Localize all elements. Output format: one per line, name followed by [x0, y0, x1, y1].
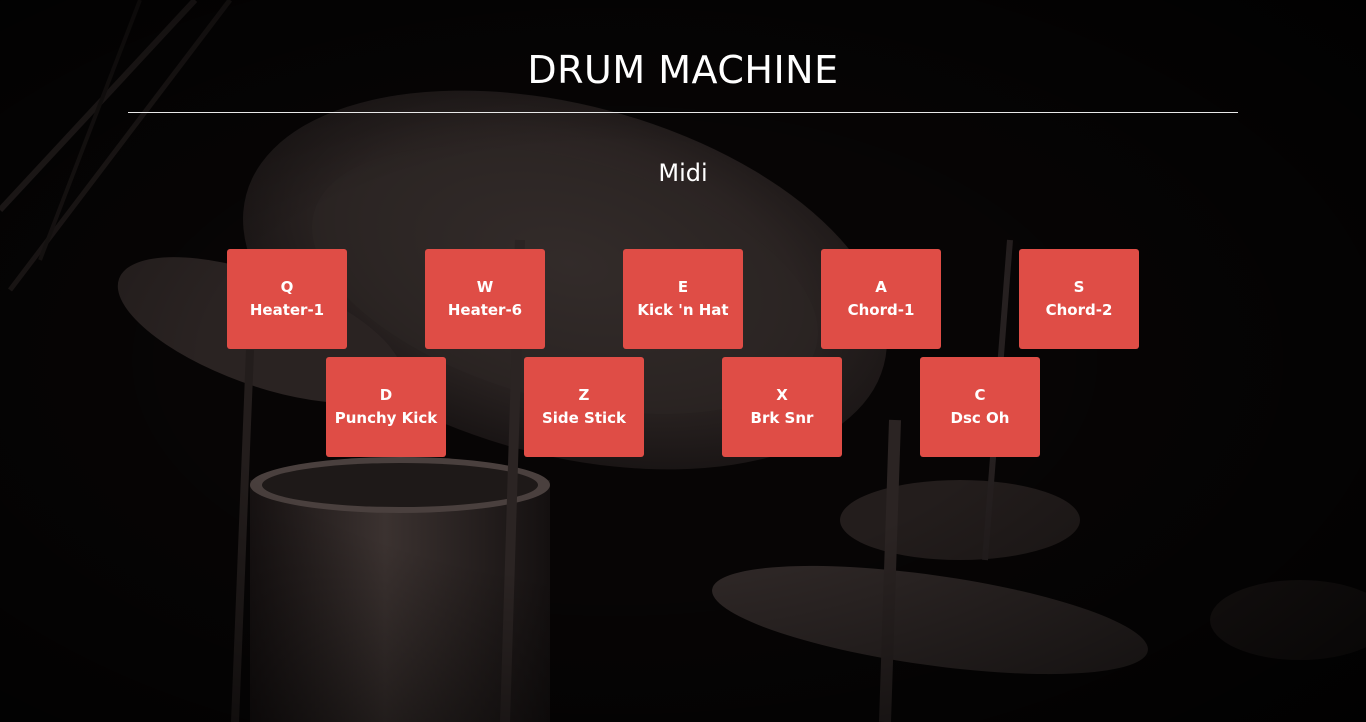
pad-sound-name: Punchy Kick [334, 409, 438, 427]
drum-pad-d[interactable]: D Punchy Kick [326, 357, 446, 457]
pad-key-label: S [1073, 278, 1085, 296]
pad-sound-name: Kick 'n Hat [637, 301, 729, 319]
drum-pad-z[interactable]: Z Side Stick [524, 357, 644, 457]
drum-pad-x[interactable]: X Brk Snr [722, 357, 842, 457]
drum-machine-container: DRUM MACHINE Midi Q Heater-1 W Heater-6 … [0, 0, 1366, 722]
mode-display: Midi [658, 159, 708, 187]
pad-key-label: Z [578, 386, 590, 404]
drum-machine-page: DRUM MACHINE Midi Q Heater-1 W Heater-6 … [0, 0, 1366, 722]
pad-sound-name: Dsc Oh [950, 409, 1010, 427]
pad-sound-name: Side Stick [541, 409, 627, 427]
pad-sound-name: Chord-1 [847, 301, 915, 319]
pad-key-label: Q [280, 278, 294, 296]
page-title: DRUM MACHINE [527, 48, 839, 92]
pad-sound-name: Chord-2 [1045, 301, 1113, 319]
drum-pad-w[interactable]: W Heater-6 [425, 249, 545, 349]
pad-key-label: D [379, 386, 393, 404]
title-divider [128, 112, 1238, 113]
drum-pad-c[interactable]: C Dsc Oh [920, 357, 1040, 457]
drum-pad-e[interactable]: E Kick 'n Hat [623, 249, 743, 349]
pad-key-label: C [974, 386, 986, 404]
pad-key-label: X [776, 386, 788, 404]
pad-sound-name: Brk Snr [750, 409, 814, 427]
drum-pad-a[interactable]: A Chord-1 [821, 249, 941, 349]
pad-key-label: A [875, 278, 887, 296]
pad-key-label: E [677, 278, 689, 296]
pad-sound-name: Heater-1 [249, 301, 325, 319]
drum-pad-s[interactable]: S Chord-2 [1019, 249, 1139, 349]
drum-pad-q[interactable]: Q Heater-1 [227, 249, 347, 349]
pad-key-label: W [476, 278, 494, 296]
pad-sound-name: Heater-6 [447, 301, 523, 319]
